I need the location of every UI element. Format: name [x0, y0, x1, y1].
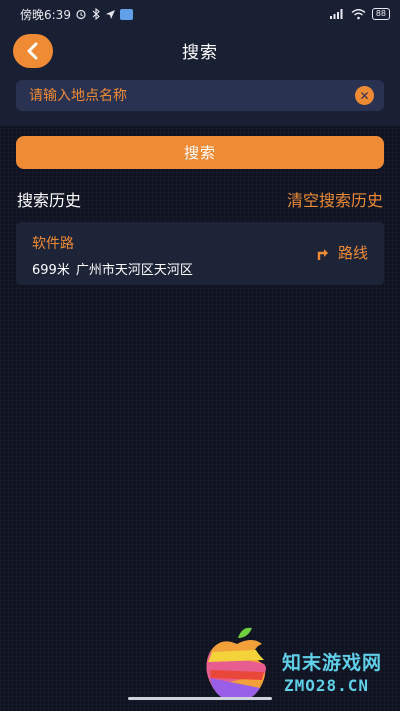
search-button[interactable]: 搜索	[16, 136, 384, 169]
screen: 傍晚6:39 88 搜索 请输入地点名称 ✕ 搜索 搜索历史 清空搜索历史 软件…	[0, 0, 400, 711]
search-box: ✕	[16, 80, 384, 111]
notification-badge-icon	[119, 8, 133, 20]
location-arrow-icon	[105, 9, 115, 19]
watermark-en: ZMO28.CN	[284, 676, 370, 695]
watermark-cn: 知末游戏网	[282, 652, 383, 674]
place-address: 广州市天河区天河区	[75, 263, 193, 278]
apple-logo-icon	[206, 627, 266, 700]
history-header: 搜索历史 清空搜索历史	[17, 188, 383, 210]
wifi-icon	[351, 9, 366, 20]
search-input[interactable]	[29, 87, 355, 104]
bluetooth-icon	[92, 8, 100, 20]
clear-history-button[interactable]: 清空搜索历史	[287, 187, 383, 211]
header-area: 傍晚6:39 88 搜索 请输入地点名称 ✕	[0, 0, 400, 126]
home-indicator[interactable]	[128, 697, 272, 700]
route-button[interactable]: 路线	[316, 242, 368, 263]
status-left: 傍晚6:39	[20, 6, 133, 23]
signal-icon	[329, 9, 343, 19]
route-label: 路线	[337, 244, 368, 262]
list-item[interactable]: 软件路 699米 广州市天河区天河区 路线	[16, 222, 384, 285]
history-title: 搜索历史	[17, 191, 82, 210]
alarm-icon	[76, 9, 86, 20]
status-right: 88	[329, 8, 390, 20]
route-arrow-icon	[317, 248, 328, 260]
nav-bar: 搜索	[0, 30, 400, 72]
page-title: 搜索	[182, 43, 218, 63]
status-bar: 傍晚6:39 88	[0, 0, 400, 28]
watermark: 知末游戏网 ZMO28.CN	[198, 624, 398, 706]
clear-input-icon[interactable]: ✕	[355, 86, 374, 105]
place-distance: 699米	[32, 263, 70, 278]
battery-icon: 88	[371, 8, 390, 20]
status-time: 傍晚6:39	[20, 7, 71, 22]
